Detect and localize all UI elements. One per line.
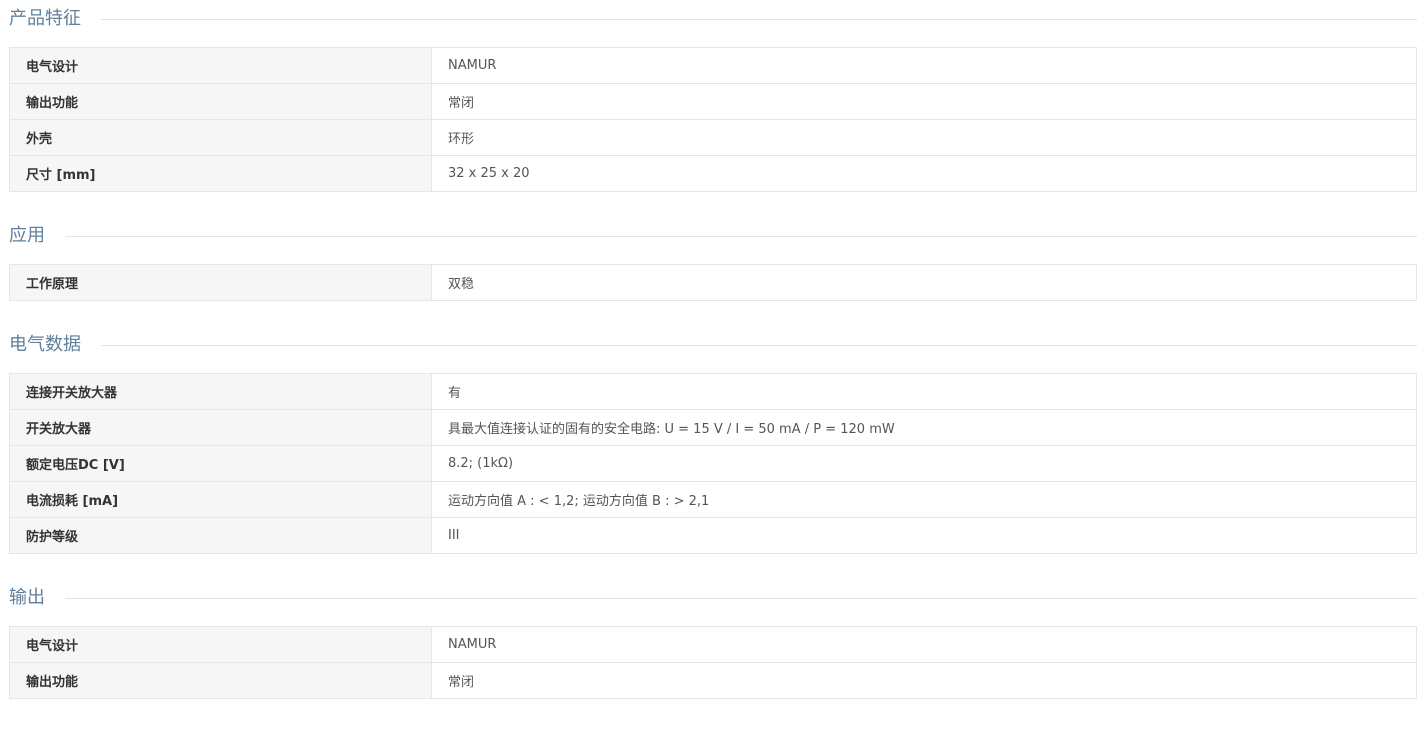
table-row: 输出功能 常闭 (9, 662, 1417, 699)
section-divider (101, 18, 1417, 20)
section-application: 应用 工作原理 双稳 (9, 217, 1417, 301)
section-header: 输出 (9, 579, 1417, 617)
table-row: 连接开关放大器 有 (9, 373, 1417, 410)
row-value: 运动方向值 A : < 1,2; 运动方向值 B : > 2,1 (431, 481, 1417, 518)
table-row: 电气设计 NAMUR (9, 47, 1417, 84)
spec-sheet: 产品特征 电气设计 NAMUR 输出功能 常闭 外壳 环形 尺寸 [mm] 32… (9, 0, 1417, 724)
row-label: 连接开关放大器 (9, 373, 432, 410)
row-value: NAMUR (431, 47, 1417, 84)
table-row: 输出功能 常闭 (9, 83, 1417, 120)
section-divider (65, 235, 1417, 237)
row-label: 电气设计 (9, 626, 432, 663)
row-value: NAMUR (431, 626, 1417, 663)
row-label: 额定电压DC [V] (9, 445, 432, 482)
table-row: 额定电压DC [V] 8.2; (1kΩ) (9, 445, 1417, 482)
spec-table: 电气设计 NAMUR 输出功能 常闭 (9, 626, 1417, 699)
section-divider (101, 344, 1417, 346)
section-title: 电气数据 (9, 334, 81, 355)
section-header: 应用 (9, 217, 1417, 255)
row-value: 有 (431, 373, 1417, 410)
row-label: 电气设计 (9, 47, 432, 84)
section-header: 产品特征 (9, 0, 1417, 38)
row-value: 环形 (431, 119, 1417, 156)
table-row: 工作原理 双稳 (9, 264, 1417, 301)
row-label: 工作原理 (9, 264, 432, 301)
row-value: 常闭 (431, 662, 1417, 699)
section-title: 应用 (9, 225, 45, 246)
spec-table: 工作原理 双稳 (9, 264, 1417, 301)
row-value: III (431, 517, 1417, 554)
row-value: 具最大值连接认证的固有的安全电路: U = 15 V / I = 50 mA /… (431, 409, 1417, 446)
row-label: 外壳 (9, 119, 432, 156)
row-label: 防护等级 (9, 517, 432, 554)
section-divider (65, 597, 1417, 599)
table-row: 电气设计 NAMUR (9, 626, 1417, 663)
section-output: 输出 电气设计 NAMUR 输出功能 常闭 (9, 579, 1417, 699)
row-value: 常闭 (431, 83, 1417, 120)
section-product-features: 产品特征 电气设计 NAMUR 输出功能 常闭 外壳 环形 尺寸 [mm] 32… (9, 0, 1417, 192)
row-value: 双稳 (431, 264, 1417, 301)
section-title: 输出 (9, 587, 45, 608)
section-electrical-data: 电气数据 连接开关放大器 有 开关放大器 具最大值连接认证的固有的安全电路: U… (9, 326, 1417, 554)
table-row: 开关放大器 具最大值连接认证的固有的安全电路: U = 15 V / I = 5… (9, 409, 1417, 446)
table-row: 外壳 环形 (9, 119, 1417, 156)
spec-table: 连接开关放大器 有 开关放大器 具最大值连接认证的固有的安全电路: U = 15… (9, 373, 1417, 554)
table-row: 电流损耗 [mA] 运动方向值 A : < 1,2; 运动方向值 B : > 2… (9, 481, 1417, 518)
section-header: 电气数据 (9, 326, 1417, 364)
section-title: 产品特征 (9, 8, 81, 29)
table-row: 尺寸 [mm] 32 x 25 x 20 (9, 155, 1417, 192)
row-label: 尺寸 [mm] (9, 155, 432, 192)
row-value: 32 x 25 x 20 (431, 155, 1417, 192)
row-label: 电流损耗 [mA] (9, 481, 432, 518)
spec-table: 电气设计 NAMUR 输出功能 常闭 外壳 环形 尺寸 [mm] 32 x 25… (9, 47, 1417, 192)
row-label: 输出功能 (9, 83, 432, 120)
row-label: 输出功能 (9, 662, 432, 699)
row-value: 8.2; (1kΩ) (431, 445, 1417, 482)
table-row: 防护等级 III (9, 517, 1417, 554)
row-label: 开关放大器 (9, 409, 432, 446)
